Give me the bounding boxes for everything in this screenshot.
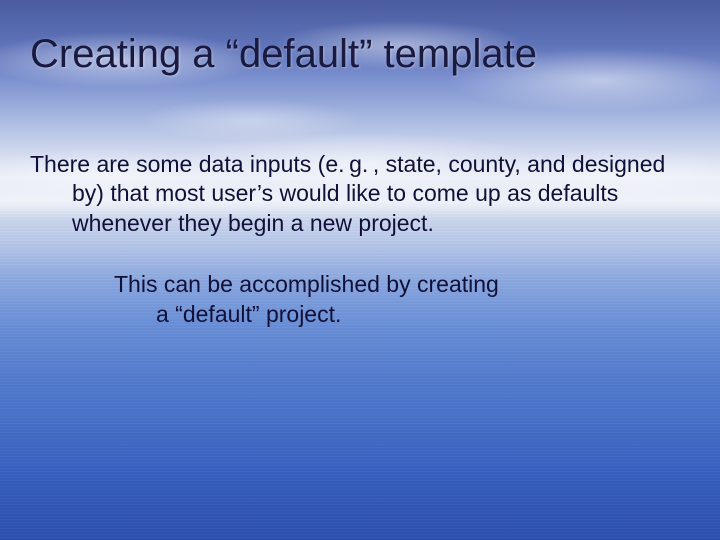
slide-title: Creating a “default” template: [30, 32, 690, 77]
paragraph-2-line-1: This can be accomplished by creating: [114, 271, 499, 297]
slide: Creating a “default” template There are …: [0, 0, 720, 540]
paragraph-2: This can be accomplished by creating a “…: [30, 270, 670, 329]
paragraph-1: There are some data inputs (e. g. , stat…: [30, 150, 670, 238]
paragraph-2-line-2: a “default” project.: [156, 301, 341, 327]
slide-body: There are some data inputs (e. g. , stat…: [30, 150, 670, 329]
